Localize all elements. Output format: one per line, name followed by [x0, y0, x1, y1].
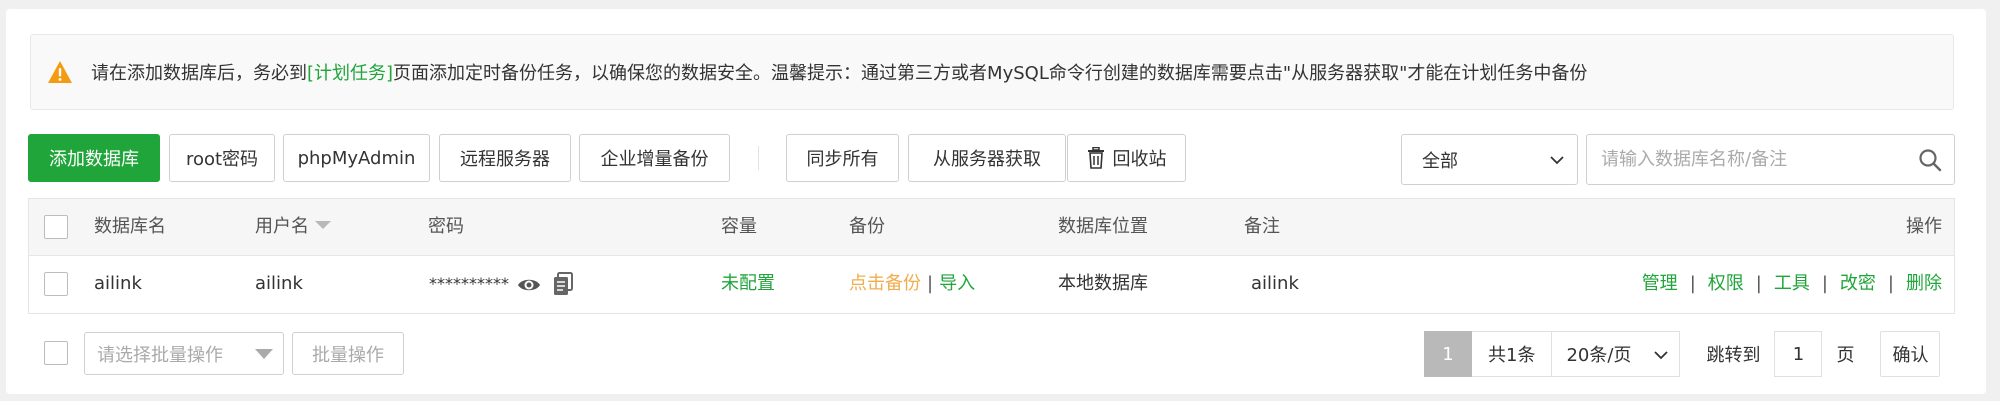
jump-page-input[interactable]: 1 [1774, 331, 1823, 377]
action-separator: | [1755, 273, 1762, 294]
jump-confirm-button[interactable]: 确认 [1880, 331, 1941, 377]
table-row: ailink ailink ********** 未配置 点击备份 | 导入 本地数… [29, 256, 1954, 313]
action-tools[interactable]: 工具 [1774, 273, 1810, 294]
header-user[interactable]: 用户名 [255, 215, 331, 239]
search-input[interactable] [1587, 135, 1907, 184]
phpmyadmin-button[interactable]: phpMyAdmin [283, 134, 430, 182]
header-name: 数据库名 [94, 216, 166, 237]
db-backup: 点击备份 | 导入 [849, 272, 975, 296]
fetch-from-server-button[interactable]: 从服务器获取 [908, 134, 1066, 182]
header-location: 数据库位置 [1058, 216, 1148, 237]
cron-task-link[interactable]: [计划任务] [307, 59, 393, 85]
eye-icon[interactable] [517, 273, 541, 297]
toolbar-divider [758, 146, 759, 170]
db-password: ********** [429, 274, 509, 293]
copy-icon[interactable] [551, 272, 575, 296]
database-table: 数据库名 用户名 密码 容量 备份 数据库位置 备注 操作 ailink ail… [28, 198, 1955, 314]
enterprise-backup-button[interactable]: 企业增量备份 [579, 134, 730, 182]
notice-text-before: 请在添加数据库后，务必到 [91, 63, 307, 84]
action-separator: | [1821, 273, 1828, 294]
action-separator: | [1887, 273, 1894, 294]
action-manage[interactable]: 管理 [1642, 273, 1678, 294]
page-unit-label: 页 [1836, 345, 1855, 366]
caret-down-icon [255, 349, 273, 359]
notice-text-after: 页面添加定时备份任务，以确保您的数据安全。温馨提示：通过第三方或者MySQL命令… [393, 63, 1588, 84]
header-capacity: 容量 [721, 216, 757, 237]
search-box [1586, 134, 1955, 185]
row-checkbox[interactable] [44, 272, 68, 296]
page-current[interactable]: 1 [1424, 331, 1472, 377]
warning-icon [48, 61, 72, 83]
table-header: 数据库名 用户名 密码 容量 备份 数据库位置 备注 操作 [29, 199, 1954, 256]
db-location: 本地数据库 [1058, 273, 1148, 294]
batch-action-select[interactable]: 请选择批量操作 [84, 332, 284, 375]
remote-server-button[interactable]: 远程服务器 [439, 134, 571, 182]
trash-icon [1087, 147, 1104, 169]
footer-select-all-checkbox[interactable] [44, 341, 68, 365]
page-total: 共1条 [1472, 331, 1553, 377]
sync-all-button[interactable]: 同步所有 [786, 134, 899, 182]
chevron-down-icon [1550, 156, 1564, 165]
batch-select-placeholder: 请选择批量操作 [97, 344, 223, 366]
db-name: ailink [94, 273, 142, 294]
page-size-value: 20条/页 [1566, 345, 1632, 366]
recycle-bin-button[interactable]: 回收站 [1067, 134, 1186, 182]
db-user: ailink [255, 273, 303, 294]
add-database-button[interactable]: 添加数据库 [28, 134, 160, 182]
header-backup: 备份 [849, 216, 885, 237]
row-actions: 管理 | 权限 | 工具 | 改密 | 删除 [1642, 272, 1942, 296]
import-link[interactable]: 导入 [939, 273, 975, 294]
sort-caret-icon[interactable] [315, 221, 331, 229]
header-password: 密码 [428, 216, 464, 237]
header-actions: 操作 [1906, 216, 1942, 237]
action-change-password[interactable]: 改密 [1840, 273, 1876, 294]
jump-label: 跳转到 [1706, 345, 1761, 366]
recycle-bin-label: 回收站 [1112, 149, 1167, 170]
header-remark: 备注 [1244, 216, 1280, 237]
action-permission[interactable]: 权限 [1708, 273, 1744, 294]
search-icon[interactable] [1918, 148, 1942, 172]
backup-separator: | [927, 273, 934, 294]
backup-link[interactable]: 点击备份 [849, 273, 921, 294]
header-user-label: 用户名 [255, 216, 309, 237]
chevron-down-icon [1654, 351, 1669, 360]
action-delete[interactable]: 删除 [1906, 273, 1942, 294]
filter-select[interactable]: 全部 [1401, 134, 1578, 185]
action-separator: | [1689, 273, 1696, 294]
db-remark[interactable]: ailink [1251, 272, 1299, 296]
page-size-select[interactable]: 20条/页 [1552, 331, 1681, 377]
root-password-button[interactable]: root密码 [169, 134, 275, 182]
notice-bar: 请在添加数据库后，务必到 [计划任务] 页面添加定时备份任务，以确保您的数据安全。温… [30, 34, 1954, 110]
select-all-checkbox[interactable] [44, 215, 68, 239]
pagination: 1 共1条 20条/页 跳转到 1 页 确认 [1424, 331, 1941, 377]
batch-action-button[interactable]: 批量操作 [292, 332, 404, 375]
db-capacity[interactable]: 未配置 [721, 272, 775, 296]
filter-select-value: 全部 [1422, 150, 1458, 172]
